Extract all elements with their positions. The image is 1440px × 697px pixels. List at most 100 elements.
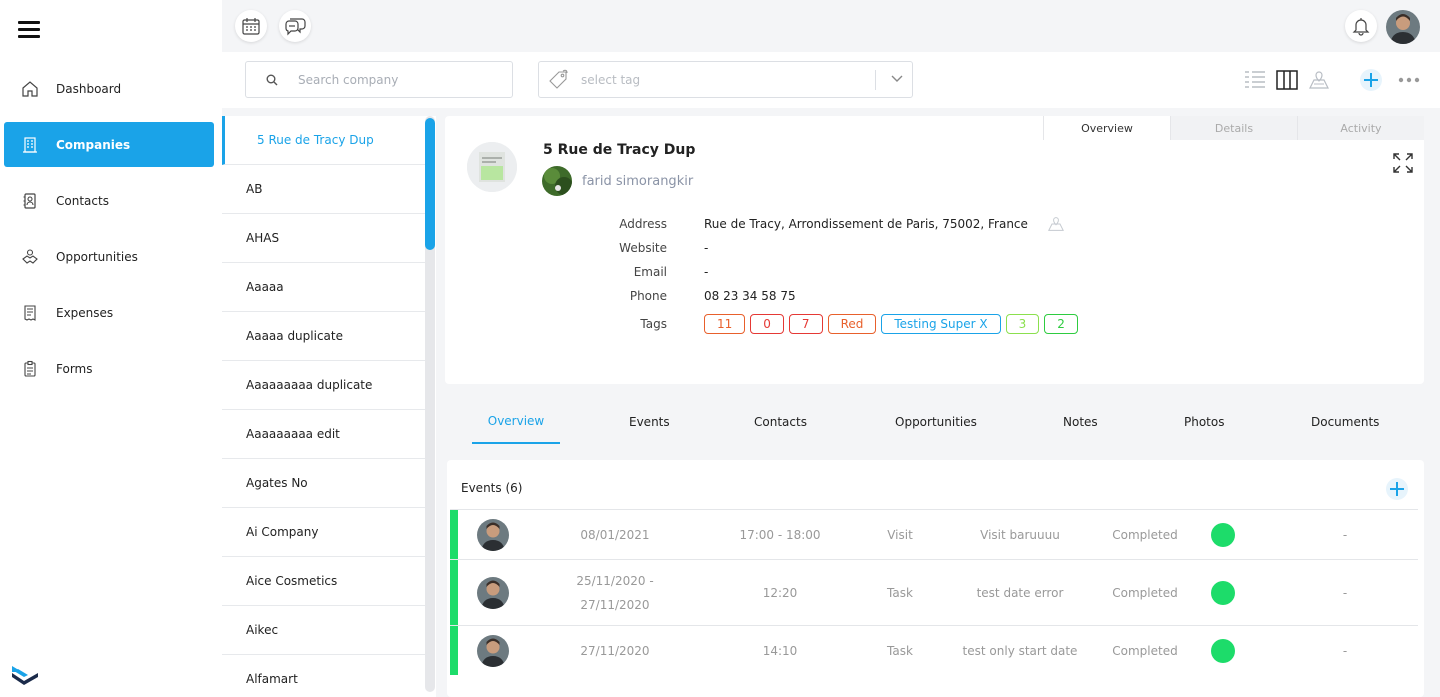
sidebar-item-dashboard[interactable]: Dashboard xyxy=(4,66,214,111)
event-status: Completed xyxy=(1112,644,1178,658)
sidebar-item-opportunities[interactable]: Opportunities xyxy=(4,234,214,279)
plus-icon xyxy=(1390,482,1404,496)
tag-list: 11 0 7 Red Testing Super X32 xyxy=(704,314,1078,334)
sidebar-item-contacts[interactable]: Contacts xyxy=(4,178,214,223)
app-logo xyxy=(10,661,40,687)
event-status: Completed xyxy=(1112,586,1178,600)
status-done-indicator xyxy=(1211,581,1235,605)
event-time: 14:10 xyxy=(762,644,798,658)
sidebar-item-label: Contacts xyxy=(56,193,109,208)
company-item[interactable]: Aaaaaaaaa edit xyxy=(222,410,426,459)
event-status-bar xyxy=(450,560,458,625)
event-row[interactable]: 25/11/2020 - 27/11/2020 12:20 Task test dat… xyxy=(450,559,1418,625)
company-item[interactable]: Agates No xyxy=(222,459,426,508)
add-company-icon[interactable] xyxy=(1359,68,1383,92)
event-assignee-avatar xyxy=(477,635,509,667)
tab-details[interactable]: Details xyxy=(1170,116,1297,140)
event-status-bar xyxy=(450,510,458,559)
tab-overview[interactable]: Overview xyxy=(472,400,560,444)
sidebar-item-expenses[interactable]: Expenses xyxy=(4,290,214,335)
company-item[interactable]: Aaaaaaaaa duplicate xyxy=(222,361,426,410)
more-options-icon[interactable] xyxy=(1397,68,1421,92)
expand-icon[interactable] xyxy=(1392,152,1414,174)
owner-name[interactable]: farid simorangkir xyxy=(582,174,693,189)
event-type: Task xyxy=(887,586,913,600)
hamburger-menu-icon[interactable] xyxy=(18,21,40,39)
search-input[interactable]: Search company xyxy=(245,61,513,98)
tab-events[interactable]: Events xyxy=(629,400,670,444)
tag-icon xyxy=(549,69,568,89)
company-item[interactable]: Aikec xyxy=(222,606,426,655)
section-tabs: Overview Events Contacts Opportunities N… xyxy=(445,400,1424,446)
calendar-icon[interactable] xyxy=(235,10,267,42)
map-icon[interactable] xyxy=(1046,216,1066,232)
tab-overview[interactable]: Overview xyxy=(1043,116,1170,140)
phone-label: Phone xyxy=(629,289,667,303)
phone-value: 08 23 34 58 75 xyxy=(704,289,796,303)
event-date: 27/11/2020 xyxy=(580,644,650,658)
building-icon xyxy=(20,135,40,155)
company-item[interactable]: AHAS xyxy=(222,214,426,263)
events-title: Events (6) xyxy=(461,481,523,495)
event-type: Visit xyxy=(887,528,913,542)
company-name: 5 Rue de Tracy Dup xyxy=(543,142,696,158)
company-detail-card: Overview Details Activity 5 Rue de Tracy… xyxy=(445,116,1424,384)
sidebar-item-forms[interactable]: Forms xyxy=(4,346,214,391)
map-icon[interactable] xyxy=(1307,68,1331,92)
column-view-icon[interactable] xyxy=(1275,68,1299,92)
company-item[interactable]: AB xyxy=(222,165,426,214)
tags-label: Tags xyxy=(640,317,667,331)
company-item[interactable]: Aaaaa xyxy=(222,263,426,312)
list-view-icon[interactable] xyxy=(1243,68,1267,92)
bell-icon[interactable] xyxy=(1345,10,1377,42)
tab-documents[interactable]: Documents xyxy=(1311,400,1379,444)
address-label: Address xyxy=(619,217,667,231)
owner: farid simorangkir xyxy=(542,166,693,196)
tab-contacts[interactable]: Contacts xyxy=(754,400,807,444)
company-item[interactable]: Aice Cosmetics xyxy=(222,557,426,606)
tag-chip[interactable]: 0 xyxy=(750,314,784,334)
tab-activity[interactable]: Activity xyxy=(1297,116,1424,140)
website-label: Website xyxy=(619,241,667,255)
status-done-indicator xyxy=(1211,639,1235,663)
company-item[interactable]: Alfamart xyxy=(222,655,426,697)
tab-photos[interactable]: Photos xyxy=(1184,400,1224,444)
home-icon xyxy=(20,79,40,99)
event-extra: - xyxy=(1342,586,1348,600)
tab-notes[interactable]: Notes xyxy=(1063,400,1098,444)
event-name: test date error xyxy=(976,586,1064,600)
company-item-active[interactable]: 5 Rue de Tracy Dup xyxy=(222,116,426,165)
status-done-indicator xyxy=(1211,523,1235,547)
chat-icon[interactable] xyxy=(279,10,311,42)
company-item[interactable]: Aaaaa duplicate xyxy=(222,312,426,361)
tag-chip[interactable]: 3 xyxy=(1005,314,1040,334)
chevron-down-icon[interactable] xyxy=(890,74,904,84)
sidebar-item-label: Opportunities xyxy=(56,249,138,264)
tag-chip[interactable]: Red xyxy=(827,314,877,334)
sidebar-item-companies[interactable]: Companies xyxy=(4,122,214,167)
tag-chip[interactable]: Testing Super X xyxy=(881,314,1001,334)
event-status-bar xyxy=(450,626,458,675)
add-event-button[interactable] xyxy=(1386,478,1408,500)
company-item[interactable]: Ai Company xyxy=(222,508,426,557)
email-label: Email xyxy=(633,265,667,279)
sidebar: Dashboard Companies Contacts Opportuniti… xyxy=(0,0,222,697)
tag-chip[interactable]: 2 xyxy=(1044,314,1078,334)
event-type: Task xyxy=(887,644,913,658)
event-extra: - xyxy=(1342,528,1348,542)
user-avatar[interactable] xyxy=(1386,10,1420,44)
event-row[interactable]: 08/01/2021 17:00 - 18:00 Visit Visit baruuu… xyxy=(450,509,1418,559)
clipboard-icon xyxy=(20,359,40,379)
scrollbar-thumb[interactable] xyxy=(425,118,435,250)
tab-opportunities[interactable]: Opportunities xyxy=(895,400,977,444)
top-bar xyxy=(222,0,1440,52)
tag-chip[interactable]: 11 xyxy=(704,314,746,334)
address-value: Rue de Tracy, Arrondissement de Paris, 7… xyxy=(704,217,1028,231)
sidebar-item-label: Expenses xyxy=(56,305,114,320)
tag-chip[interactable]: 7 xyxy=(788,314,823,334)
contact-book-icon xyxy=(20,191,40,211)
event-status: Completed xyxy=(1112,528,1178,542)
divider xyxy=(875,70,876,90)
tag-select[interactable]: select tag xyxy=(538,61,913,98)
event-row[interactable]: 27/11/2020 14:10 Task test only start date C… xyxy=(450,625,1418,675)
